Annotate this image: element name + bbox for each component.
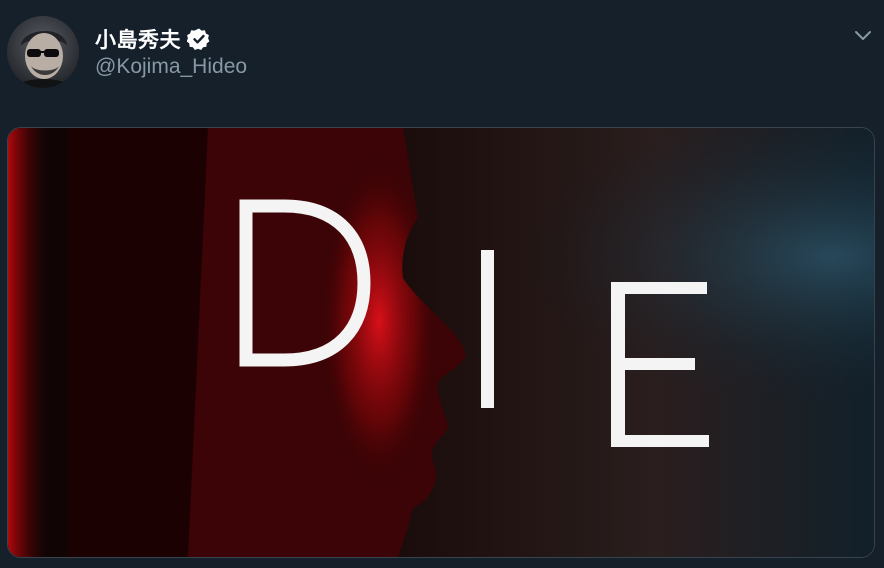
display-name[interactable]: 小島秀夫 — [95, 24, 181, 54]
verified-badge-icon — [186, 27, 211, 51]
user-handle[interactable]: @Kojima_Hideo — [95, 55, 247, 79]
letter-e — [611, 282, 709, 447]
letter-i — [481, 250, 494, 408]
avatar[interactable] — [7, 16, 79, 88]
avatar-image — [7, 16, 79, 88]
tweet: 小島秀夫 @Kojima_Hideo — [0, 0, 884, 568]
tweet-media-image[interactable] — [7, 127, 875, 558]
chevron-down-icon[interactable] — [852, 24, 874, 46]
name-row: 小島秀夫 — [95, 24, 211, 54]
die-letters — [239, 199, 709, 447]
letter-d — [239, 199, 371, 367]
